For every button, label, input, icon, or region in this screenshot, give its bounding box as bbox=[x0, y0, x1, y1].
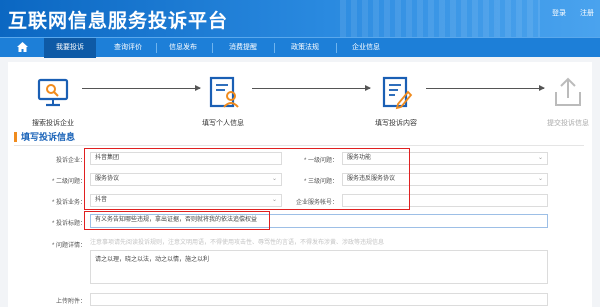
person-form-icon bbox=[209, 76, 239, 108]
nav-separator bbox=[274, 43, 275, 53]
detail-label: * 问题详情： bbox=[51, 243, 86, 249]
step-arrow bbox=[252, 85, 371, 91]
business-label: * 投诉业务： bbox=[51, 200, 86, 206]
header-links: 登录 注册 bbox=[540, 8, 594, 18]
monitor-icon bbox=[37, 78, 69, 107]
login-link[interactable]: 登录 bbox=[552, 10, 566, 17]
step-label: 搜索投诉企业 bbox=[32, 120, 74, 127]
nav-item-publish[interactable]: 信息发布 bbox=[160, 38, 206, 58]
step-arrow bbox=[82, 85, 201, 91]
step-personal-info: 填写个人信息 bbox=[196, 74, 250, 128]
nav-separator bbox=[212, 43, 213, 53]
step-search-company: 搜索投诉企业 bbox=[28, 74, 78, 128]
highlight-box-classification bbox=[84, 148, 410, 210]
nav-home[interactable] bbox=[6, 38, 38, 58]
nav-separator bbox=[156, 43, 157, 53]
nav-separator bbox=[336, 43, 337, 53]
step-label: 填写投诉内容 bbox=[375, 120, 417, 127]
chevron-down-icon: ⌄ bbox=[537, 155, 543, 161]
subject-label: * 投诉标题： bbox=[51, 221, 86, 227]
detail-textarea[interactable] bbox=[90, 250, 548, 284]
highlight-box-subject bbox=[84, 211, 270, 230]
site-title: 互联网信息服务投诉平台 bbox=[8, 10, 229, 32]
nav-item-policy[interactable]: 政策法规 bbox=[278, 38, 332, 58]
company-label: 投诉企业： bbox=[55, 158, 86, 164]
step-label: 填写个人信息 bbox=[202, 120, 244, 127]
attach-label: 上传附件： bbox=[55, 299, 86, 305]
header-banner: 互联网信息服务投诉平台 登录 注册 bbox=[0, 0, 600, 37]
main-nav: 我要投诉 查询评价 信息发布 消费提醒 政策法规 企业信息 bbox=[0, 37, 600, 58]
level2-label: * 二级问题： bbox=[51, 179, 86, 185]
section-title: 填写投诉信息 bbox=[14, 132, 75, 142]
edit-form-icon bbox=[382, 76, 413, 110]
city-skyline-decoration bbox=[340, 0, 540, 37]
nav-item-complain[interactable]: 我要投诉 bbox=[44, 38, 96, 58]
attach-field[interactable] bbox=[90, 293, 548, 306]
section-divider bbox=[14, 145, 584, 146]
step-arrow bbox=[426, 85, 545, 91]
step-submit: 提交投诉信息 bbox=[540, 74, 596, 128]
chevron-down-icon: ⌄ bbox=[537, 176, 543, 182]
nav-item-company[interactable]: 企业信息 bbox=[338, 38, 394, 58]
step-label: 提交投诉信息 bbox=[547, 120, 589, 127]
upload-icon bbox=[555, 77, 581, 106]
step-complaint-content: 填写投诉内容 bbox=[368, 74, 424, 128]
register-link[interactable]: 注册 bbox=[580, 10, 594, 17]
nav-item-reminder[interactable]: 消费提醒 bbox=[218, 38, 268, 58]
home-icon bbox=[16, 42, 28, 52]
nav-item-query[interactable]: 查询评价 bbox=[104, 38, 152, 58]
